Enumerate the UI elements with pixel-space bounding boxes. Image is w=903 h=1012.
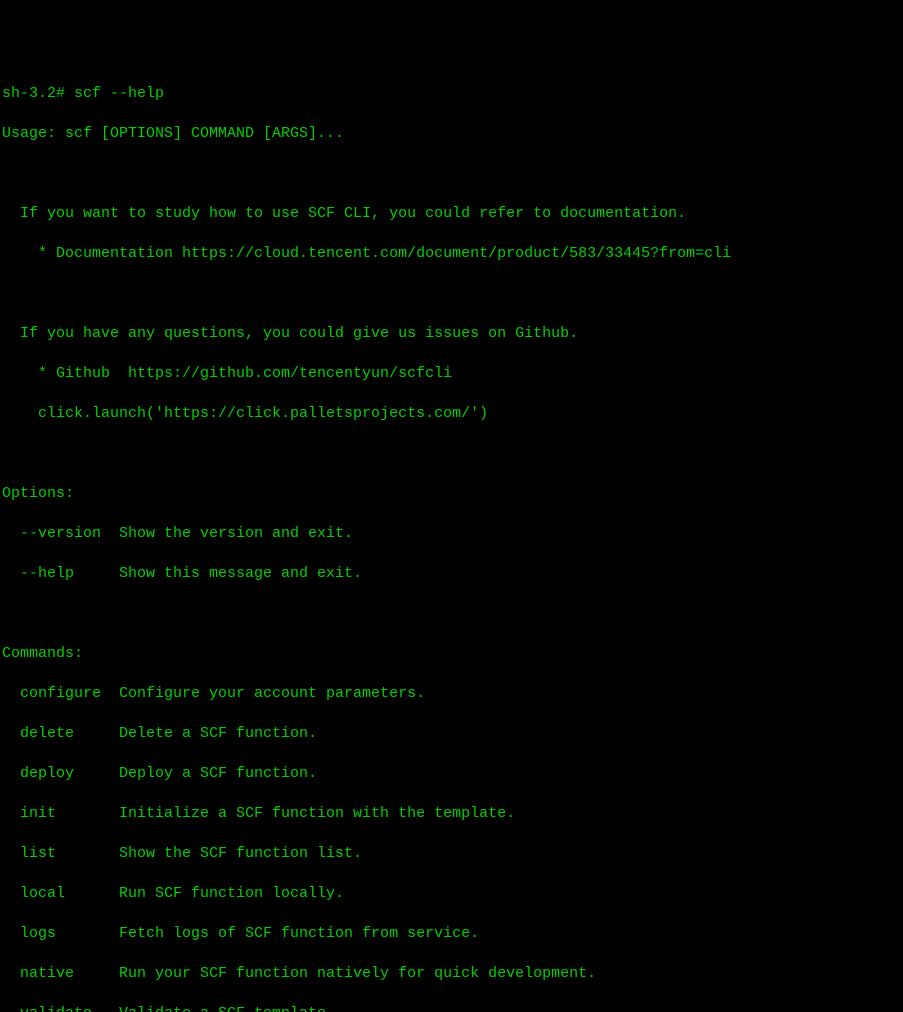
command-validate: validate Validate a SCF template. bbox=[2, 1004, 901, 1012]
command-init: init Initialize a SCF function with the … bbox=[2, 804, 901, 824]
issues-intro-line: If you have any questions, you could giv… bbox=[2, 324, 901, 344]
command-deploy: deploy Deploy a SCF function. bbox=[2, 764, 901, 784]
github-bullet-line: * Github https://github.com/tencentyun/s… bbox=[2, 364, 901, 384]
command-delete: delete Delete a SCF function. bbox=[2, 724, 901, 744]
usage-line: Usage: scf [OPTIONS] COMMAND [ARGS]... bbox=[2, 124, 901, 144]
options-header: Options: bbox=[2, 484, 901, 504]
option-help: --help Show this message and exit. bbox=[2, 564, 901, 584]
blank-line bbox=[2, 444, 901, 464]
blank-line bbox=[2, 164, 901, 184]
prompt-line[interactable]: sh-3.2# scf --help bbox=[2, 84, 901, 104]
click-launch-line: click.launch('https://click.palletsproje… bbox=[2, 404, 901, 424]
command-list: list Show the SCF function list. bbox=[2, 844, 901, 864]
blank-line bbox=[2, 604, 901, 624]
command-local: local Run SCF function locally. bbox=[2, 884, 901, 904]
command-configure: configure Configure your account paramet… bbox=[2, 684, 901, 704]
option-version: --version Show the version and exit. bbox=[2, 524, 901, 544]
doc-bullet-line: * Documentation https://cloud.tencent.co… bbox=[2, 244, 901, 264]
command-native: native Run your SCF function natively fo… bbox=[2, 964, 901, 984]
command-logs: logs Fetch logs of SCF function from ser… bbox=[2, 924, 901, 944]
blank-line bbox=[2, 284, 901, 304]
entered-command: scf --help bbox=[74, 85, 164, 102]
doc-intro-line: If you want to study how to use SCF CLI,… bbox=[2, 204, 901, 224]
shell-prompt: sh-3.2# bbox=[2, 85, 74, 102]
commands-header: Commands: bbox=[2, 644, 901, 664]
